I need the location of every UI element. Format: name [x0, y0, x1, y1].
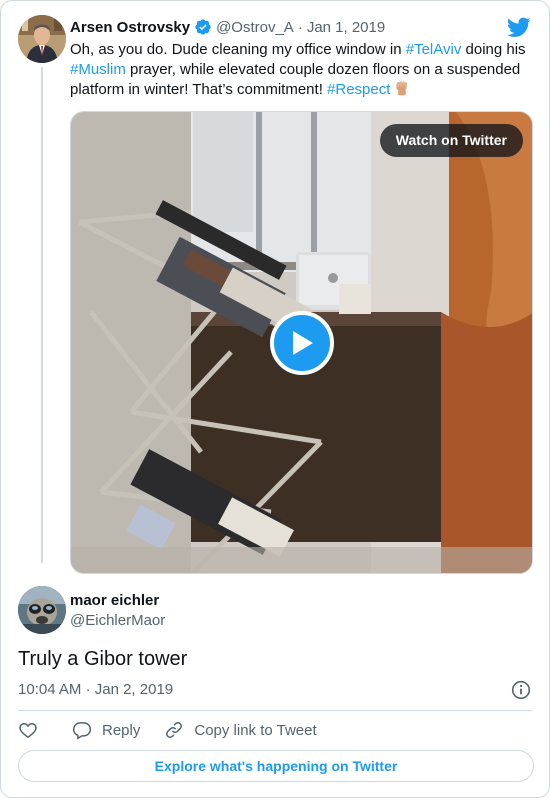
text-segment: doing his	[461, 41, 526, 58]
reply-date: Jan 2, 2019	[94, 681, 174, 698]
thread-connector-line	[41, 67, 43, 563]
copy-link-button[interactable]: Copy link to Tweet	[164, 720, 317, 740]
reply-tweet-text: Truly a Gibor tower	[18, 648, 188, 670]
quoted-author-handle[interactable]: @Ostrov_A	[216, 19, 294, 36]
hashtag-link[interactable]: #TelAviv	[406, 41, 462, 58]
reply-author-avatar[interactable]	[18, 586, 66, 634]
reply-author-handle[interactable]: @EichlerMaor	[70, 612, 165, 629]
quoted-author-avatar[interactable]	[18, 15, 66, 63]
text-segment: prayer, while elevated couple dozen floo…	[70, 61, 521, 98]
raised-fist-icon	[393, 80, 410, 97]
link-icon	[166, 722, 183, 738]
tweet-actions-bar: Reply Copy link to Tweet	[18, 719, 317, 741]
verified-badge-icon	[194, 18, 212, 36]
reply-author-name[interactable]: maor eichler	[70, 592, 159, 609]
like-button[interactable]	[18, 720, 38, 740]
twitter-bird-icon[interactable]	[506, 15, 531, 39]
quoted-tweet-header: Arsen Ostrovsky @Ostrov_A · Jan 1, 2019	[70, 17, 385, 37]
info-icon[interactable]	[511, 680, 531, 700]
text-segment: Oh, as you do. Dude cleaning my office w…	[70, 41, 406, 58]
heart-icon	[19, 722, 37, 738]
embedded-tweet-card: Arsen Ostrovsky @Ostrov_A · Jan 1, 2019 …	[0, 0, 550, 798]
hashtag-link[interactable]: #Muslim	[70, 61, 126, 78]
timestamp-separator: ·	[85, 681, 91, 698]
reply-time: 10:04 AM	[18, 681, 82, 698]
reply-timestamp[interactable]: 10:04 AM · Jan 2, 2019	[18, 681, 173, 698]
reply-bubble-icon	[72, 722, 92, 740]
divider	[18, 710, 532, 711]
play-icon[interactable]	[270, 311, 334, 375]
reply-label: Reply	[102, 721, 141, 739]
hashtag-link[interactable]: #Respect	[327, 81, 390, 98]
header-separator: ·	[297, 18, 303, 36]
quoted-author-name[interactable]: Arsen Ostrovsky	[70, 19, 190, 36]
quoted-tweet-date[interactable]: Jan 1, 2019	[307, 19, 385, 36]
explore-twitter-button[interactable]: Explore what's happening on Twitter	[18, 750, 534, 782]
video-thumbnail[interactable]: Watch on Twitter	[70, 111, 533, 574]
quoted-tweet-text: Oh, as you do. Dude cleaning my office w…	[70, 40, 530, 100]
watch-on-twitter-button[interactable]: Watch on Twitter	[379, 124, 523, 157]
copy-link-label: Copy link to Tweet	[194, 721, 317, 739]
reply-button[interactable]: Reply	[72, 720, 140, 740]
